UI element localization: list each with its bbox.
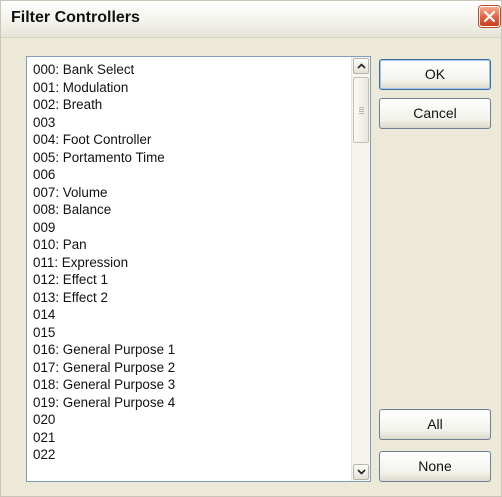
- scroll-up-button[interactable]: [353, 58, 369, 74]
- chevron-down-icon: [357, 469, 366, 475]
- list-item[interactable]: 020: [33, 411, 343, 429]
- list-item[interactable]: 009: [33, 219, 343, 237]
- list-item[interactable]: 018: General Purpose 3: [33, 376, 343, 394]
- select-none-button[interactable]: None: [379, 451, 491, 482]
- list-item[interactable]: 003: [33, 114, 343, 132]
- scroll-thumb[interactable]: [353, 77, 369, 143]
- vertical-scrollbar[interactable]: [351, 57, 370, 481]
- list-item[interactable]: 015: [33, 324, 343, 342]
- list-item[interactable]: 001: Modulation: [33, 79, 343, 97]
- filter-controllers-dialog: Filter Controllers 000: Bank Select 001: …: [0, 0, 502, 497]
- scroll-down-button[interactable]: [353, 464, 369, 480]
- list-item[interactable]: 022: [33, 446, 343, 464]
- list-item[interactable]: 007: Volume: [33, 184, 343, 202]
- list-item[interactable]: 005: Portamento Time: [33, 149, 343, 167]
- controller-list-items: 000: Bank Select 001: Modulation 002: Brea…: [33, 61, 343, 464]
- list-item[interactable]: 010: Pan: [33, 236, 343, 254]
- ok-button[interactable]: OK: [379, 59, 491, 90]
- list-item[interactable]: 006: [33, 166, 343, 184]
- list-item[interactable]: 000: Bank Select: [33, 61, 343, 79]
- list-item[interactable]: 002: Breath: [33, 96, 343, 114]
- select-all-button[interactable]: All: [379, 409, 491, 440]
- close-icon: [484, 11, 495, 22]
- list-item[interactable]: 013: Effect 2: [33, 289, 343, 307]
- cancel-button[interactable]: Cancel: [379, 98, 491, 129]
- list-item[interactable]: 014: [33, 306, 343, 324]
- chevron-up-icon: [357, 63, 366, 69]
- list-item[interactable]: 019: General Purpose 4: [33, 394, 343, 412]
- list-item[interactable]: 012: Effect 1: [33, 271, 343, 289]
- list-item[interactable]: 021: [33, 429, 343, 447]
- list-item[interactable]: 016: General Purpose 1: [33, 341, 343, 359]
- list-item[interactable]: 008: Balance: [33, 201, 343, 219]
- list-item[interactable]: 004: Foot Controller: [33, 131, 343, 149]
- close-button[interactable]: [479, 6, 500, 27]
- controller-list[interactable]: 000: Bank Select 001: Modulation 002: Brea…: [26, 56, 371, 482]
- list-item[interactable]: 011: Expression: [33, 254, 343, 272]
- dialog-title: Filter Controllers: [11, 9, 140, 26]
- title-bar[interactable]: Filter Controllers: [1, 1, 501, 38]
- list-item[interactable]: 017: General Purpose 2: [33, 359, 343, 377]
